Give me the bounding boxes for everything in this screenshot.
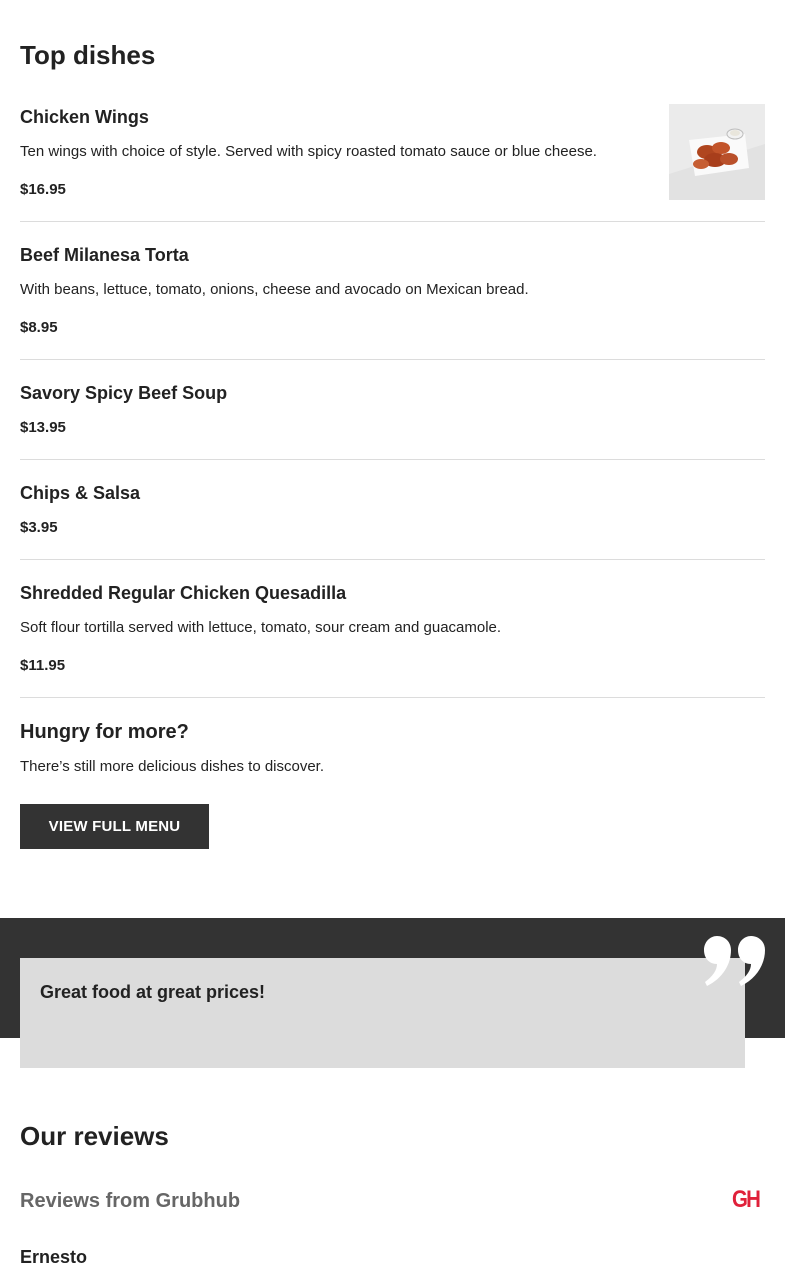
dish-name: Chips & Salsa: [20, 483, 141, 503]
dish-description: Ten wings with choice of style. Served w…: [20, 143, 597, 160]
dish-description: With beans, lettuce, tomato, onions, che…: [20, 281, 529, 298]
reviewer-name: Ernesto: [20, 1247, 88, 1265]
dish-price: $3.95: [20, 519, 58, 536]
dish-price: $13.95: [20, 419, 66, 436]
dish-name: Shredded Regular Chicken Quesadilla: [20, 583, 347, 603]
grubhub-logo[interactable]: GH: [732, 1186, 761, 1214]
quote-mark-icon: [704, 936, 765, 986]
testimonial-card: Great food at great prices!: [20, 958, 745, 1068]
dish-item[interactable]: Savory Spicy Beef Soup $13.95: [20, 360, 765, 460]
dish-name: Savory Spicy Beef Soup: [20, 383, 228, 403]
reviews-source: Reviews from Grubhub: [20, 1190, 241, 1212]
dish-price: $11.95: [20, 657, 66, 674]
chicken-wings-image: [669, 104, 765, 200]
dish-price: $8.95: [20, 319, 58, 336]
dish-item[interactable]: Beef Milanesa Torta With beans, lettuce,…: [20, 222, 765, 360]
chicken-wings-photo[interactable]: [669, 104, 765, 200]
dish-name: Chicken Wings: [20, 107, 149, 127]
view-full-menu-button[interactable]: VIEW FULL MENU: [20, 804, 209, 849]
dish-description: Soft flour tortilla served with lettuce,…: [20, 619, 502, 636]
top-dishes-title: Top dishes: [20, 40, 156, 70]
more-title: Hungry for more?: [20, 721, 189, 743]
dish-item[interactable]: Shredded Regular Chicken Quesadilla Soft…: [20, 560, 765, 698]
reviews-title: Our reviews: [20, 1121, 169, 1151]
testimonial-quote: Great food at great prices!: [40, 982, 266, 1002]
dish-price: $16.95: [20, 181, 66, 198]
dish-item[interactable]: Chicken Wings Ten wings with choice of s…: [20, 104, 765, 222]
dish-name: Beef Milanesa Torta: [20, 245, 189, 265]
more-text: There’s still more delicious dishes to d…: [20, 758, 325, 775]
dish-item[interactable]: Chips & Salsa $3.95: [20, 460, 765, 560]
